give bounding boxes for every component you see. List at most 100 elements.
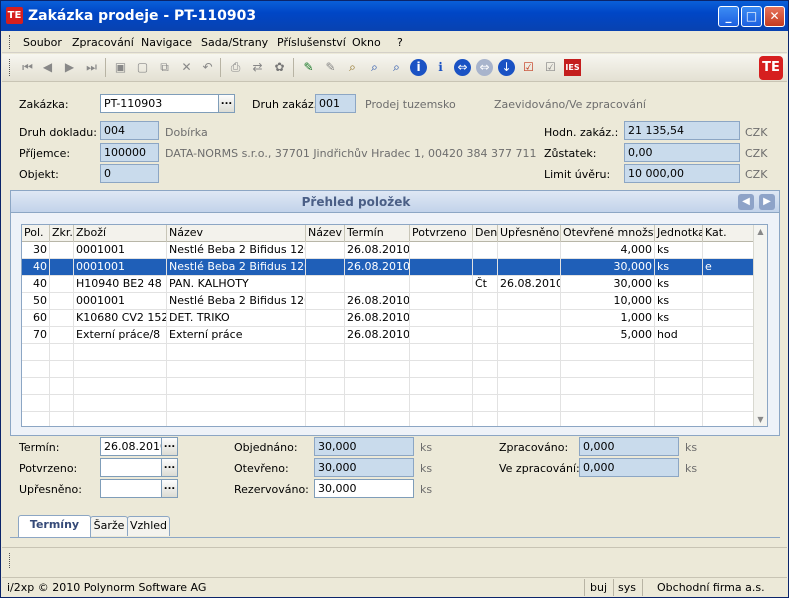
copy-icon[interactable]: ⧉: [156, 59, 173, 76]
user-info-icon[interactable]: ℹ: [432, 59, 449, 76]
menu-grip-icon[interactable]: [9, 35, 11, 49]
panel-prev-button[interactable]: ◀: [738, 194, 754, 210]
search-icon[interactable]: ⌕: [366, 59, 383, 76]
last-record-icon[interactable]: ⏭: [83, 59, 100, 76]
menu-zpracovani[interactable]: Zpracování: [72, 36, 134, 49]
column-header[interactable]: Upřesněno: [498, 225, 561, 242]
undo-icon[interactable]: ↶: [199, 59, 216, 76]
rezervovano-field[interactable]: 30,000: [314, 479, 414, 498]
table-row[interactable]: 30 0001001Nestlé Beba 2 Bifidus 1200g 26.0…: [22, 242, 755, 259]
print-icon[interactable]: ⎙: [227, 59, 244, 76]
panel-next-button[interactable]: ▶: [759, 194, 775, 210]
zakazka-field[interactable]: PT-110903: [100, 94, 219, 113]
empty-table-row[interactable]: [22, 395, 755, 412]
table-header-row[interactable]: Pol. Zkr. Zboží Název Název Termín Potvrzeno De…: [22, 225, 755, 242]
table-cell: [345, 395, 410, 412]
column-header[interactable]: Jednotka: [655, 225, 703, 242]
table-row[interactable]: 70 Externí práce/8 Externí práce 26.08.2010…: [22, 327, 755, 344]
checklist-icon[interactable]: ☑: [520, 59, 537, 76]
column-header[interactable]: Název: [167, 225, 306, 242]
edit-pen-grey-icon[interactable]: ✎: [322, 59, 339, 76]
table-cell: [306, 310, 345, 327]
column-header[interactable]: Otevřené množství: [561, 225, 655, 242]
column-header[interactable]: Pol.: [22, 225, 50, 242]
druh-dokladu-desc: Dobírka: [165, 126, 208, 139]
column-header[interactable]: Název: [306, 225, 345, 242]
table-row[interactable]: 40 H10940 BE2 48 PAN. KALHOTY Čt 26.08.2010 3…: [22, 276, 755, 293]
table-cell: [473, 378, 498, 395]
upresneno-picker-button[interactable]: ...: [161, 479, 178, 498]
empty-table-row[interactable]: [22, 344, 755, 361]
info-icon[interactable]: i: [410, 59, 427, 76]
column-header[interactable]: Kat.: [703, 225, 755, 242]
menu-navigace[interactable]: Navigace: [141, 36, 192, 49]
tab-sarze[interactable]: Šarže: [90, 516, 128, 536]
ies-icon[interactable]: IES: [564, 59, 581, 76]
zakazka-lookup-button[interactable]: ...: [218, 94, 235, 113]
arrows-icon[interactable]: ⇔: [476, 59, 493, 76]
menu-okno[interactable]: Okno: [352, 36, 381, 49]
potvrzeno-field[interactable]: [100, 458, 162, 477]
tab-terminy[interactable]: Termíny: [18, 515, 91, 537]
maximize-button[interactable]: □: [741, 6, 762, 27]
search-detail-icon[interactable]: ⌕: [388, 59, 405, 76]
navigate-icon[interactable]: ⇔: [454, 59, 471, 76]
table-cell: [498, 242, 561, 259]
column-header[interactable]: Zkr.: [50, 225, 74, 242]
tab-vzhled[interactable]: Vzhled: [127, 516, 170, 536]
termin-picker-button[interactable]: ...: [161, 437, 178, 456]
table-cell: [50, 310, 74, 327]
menu-prislusenstvi[interactable]: Příslušenství: [277, 36, 346, 49]
potvrzeno-label: Potvrzeno:: [19, 462, 78, 475]
scroll-down-icon[interactable]: ▼: [754, 413, 767, 426]
prev-record-icon[interactable]: ◀: [39, 59, 56, 76]
first-record-icon[interactable]: ⏮: [19, 59, 36, 76]
toolbar-grip-icon[interactable]: [9, 59, 11, 76]
empty-table-row[interactable]: [22, 361, 755, 378]
empty-table-row[interactable]: [22, 378, 755, 395]
refresh-icon[interactable]: ✿: [271, 59, 288, 76]
table-cell: Nestlé Beba 2 Bifidus 1200g: [167, 259, 306, 276]
upresneno-field[interactable]: [100, 479, 162, 498]
table-cell: [561, 344, 655, 361]
save-icon[interactable]: ▣: [112, 59, 129, 76]
termin-field[interactable]: 26.08.2010: [100, 437, 167, 456]
search-list-icon[interactable]: ⌕: [344, 59, 361, 76]
table-cell: [22, 344, 50, 361]
column-header[interactable]: Potvrzeno: [410, 225, 473, 242]
table-cell: hod: [655, 327, 703, 344]
table-row[interactable]: 60 K10680 CV2 152 DET. TRIKO 26.08.2010 1,00…: [22, 310, 755, 327]
prijemce-desc: DATA-NORMS s.r.o., 37701 Jindřichův Hrad…: [165, 147, 537, 160]
close-button[interactable]: ✕: [764, 6, 785, 27]
zpracovano-unit: ks: [685, 441, 698, 454]
empty-table-row[interactable]: [22, 412, 755, 426]
table-row[interactable]: 50 0001001Nestlé Beba 2 Bifidus 1200g 26.0…: [22, 293, 755, 310]
transfer-icon[interactable]: ⇄: [249, 59, 266, 76]
items-grid[interactable]: Pol. Zkr. Zboží Název Název Termín Potvrzeno De…: [21, 224, 768, 427]
next-record-icon[interactable]: ▶: [61, 59, 78, 76]
rezervovano-label: Rezervováno:: [234, 483, 309, 496]
column-header[interactable]: Zboží: [74, 225, 167, 242]
potvrzeno-picker-button[interactable]: ...: [161, 458, 178, 477]
column-header[interactable]: Den: [473, 225, 498, 242]
minimize-button[interactable]: _: [718, 6, 739, 27]
table-cell: ks: [655, 310, 703, 327]
title-bar[interactable]: TE Zakázka prodeje - PT-110903 _ □ ✕: [1, 1, 788, 31]
new-icon[interactable]: ▢: [134, 59, 151, 76]
down-icon[interactable]: ↓: [498, 59, 515, 76]
scroll-up-icon[interactable]: ▲: [754, 225, 767, 238]
menu-sada-strany[interactable]: Sada/Strany: [201, 36, 268, 49]
delete-icon[interactable]: ✕: [178, 59, 195, 76]
table-cell: [473, 293, 498, 310]
menu-soubor[interactable]: Soubor: [23, 36, 62, 49]
edit-pen-icon[interactable]: ✎: [300, 59, 317, 76]
grid-vertical-scrollbar[interactable]: ▲ ▼: [753, 225, 767, 426]
column-header[interactable]: Termín: [345, 225, 410, 242]
table-cell: [498, 327, 561, 344]
table-cell: [306, 242, 345, 259]
menu-help[interactable]: ?: [397, 36, 403, 49]
action-bar-grip-icon[interactable]: [9, 553, 11, 568]
table-cell: PAN. KALHOTY: [167, 276, 306, 293]
checklist-grey-icon[interactable]: ☑: [542, 59, 559, 76]
table-row[interactable]: 40 0001001Nestlé Beba 2 Bifidus 1200g 26.0…: [22, 259, 755, 276]
